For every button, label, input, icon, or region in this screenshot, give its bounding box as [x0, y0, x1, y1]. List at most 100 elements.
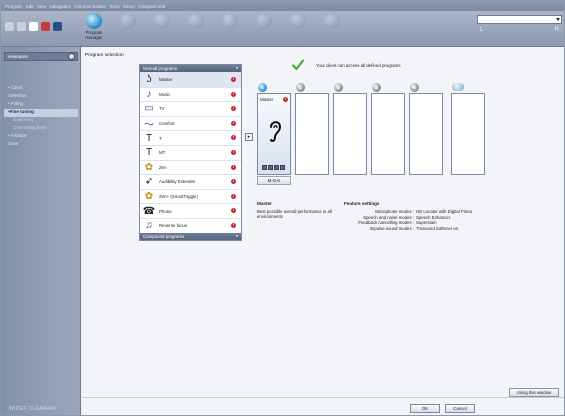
feature-settings-list: Microphone modes : HD Locator with Digita…	[344, 209, 472, 231]
feature-settings-title: Feature settings	[344, 201, 380, 206]
menu-item[interactable]: Communication	[74, 4, 106, 9]
program-name: MT	[159, 150, 166, 156]
info-icon[interactable]: i	[231, 222, 236, 228]
program-name: Audibility Extender	[159, 179, 196, 185]
sidebar-item[interactable]: • Fitting	[4, 101, 78, 109]
cancel-button[interactable]: Cancel	[445, 404, 475, 413]
info-icon[interactable]: i	[283, 97, 288, 102]
menu-item[interactable]: Tools	[109, 4, 120, 9]
program-slot[interactable]: Master i	[257, 93, 291, 175]
forward-icon[interactable]	[17, 22, 26, 31]
toolbar-button[interactable]	[317, 13, 347, 45]
sidebar-item[interactable]: Gain/Freq	[4, 117, 78, 125]
using-this-window-button[interactable]: Using this window	[509, 388, 559, 397]
toolbar-icon	[222, 13, 238, 29]
menu-item[interactable]: Navigation	[49, 4, 71, 9]
program-slot[interactable]	[333, 93, 367, 175]
program-row[interactable]: 〜 Comfort i	[140, 115, 241, 131]
program-row[interactable]: ʖ Master i	[140, 72, 241, 87]
volume-up-icon[interactable]	[274, 165, 279, 170]
program-row[interactable]: ✿ Zen+ (SmartToggle) i	[140, 188, 241, 204]
info-icon[interactable]: i	[231, 120, 236, 126]
reverse-focus-icon: ♫	[145, 220, 153, 232]
brand-footer: WIDEX CLEAR440	[9, 406, 56, 412]
program-row[interactable]: ☎ Phone i	[140, 203, 241, 218]
info-icon[interactable]: i	[231, 91, 236, 97]
sidebar-item[interactable]: • Client	[4, 85, 78, 93]
toolbar-button[interactable]	[215, 13, 245, 45]
program-row[interactable]: ♪ Music i	[140, 86, 241, 102]
feature-value: TruSound Softener on	[416, 225, 459, 231]
program-name: Comfort	[159, 121, 175, 127]
program-row[interactable]: ✿ Zen i	[140, 159, 241, 175]
mgain-button[interactable]: M-GAI	[257, 176, 291, 185]
info-icon[interactable]: i	[231, 208, 236, 214]
info-icon[interactable]: i	[231, 135, 236, 141]
menu-item[interactable]: Program	[5, 4, 23, 9]
info-icon[interactable]: i	[231, 149, 236, 155]
toolbar-button[interactable]	[249, 13, 279, 45]
program-manager-icon	[86, 13, 102, 29]
program-slot[interactable]	[371, 93, 405, 175]
info-icon[interactable]: i	[231, 193, 236, 199]
program-slot[interactable]	[451, 93, 485, 175]
hearing-aid-icon[interactable]	[53, 22, 62, 31]
client-select[interactable]	[477, 15, 562, 24]
connect-icon[interactable]	[41, 22, 50, 31]
toolbar-icon	[256, 13, 272, 29]
info-icon[interactable]: i	[231, 77, 236, 82]
menu-item[interactable]: Setup	[123, 4, 135, 9]
ok-button[interactable]: OK	[410, 404, 440, 413]
sidebar-item[interactable]: Selection	[4, 93, 78, 101]
mic-icon[interactable]	[268, 165, 273, 170]
zen-icon: ✿	[144, 161, 154, 173]
program-manager-button[interactable]: Program manager	[79, 13, 109, 45]
program-row[interactable]: TTi	[140, 130, 241, 145]
gear-icon[interactable]	[68, 53, 75, 60]
program-description-title: Master	[257, 201, 272, 206]
program-row[interactable]: ♫ Reverse focus i	[140, 217, 241, 233]
back-icon[interactable]	[5, 22, 14, 31]
volume-down-icon[interactable]	[262, 165, 267, 170]
add-program-button[interactable]: ▸	[245, 133, 253, 141]
toolbar-button[interactable]	[181, 13, 211, 45]
sidebar-item[interactable]: Save	[4, 141, 78, 149]
menu-item[interactable]: Edit	[26, 4, 34, 9]
info-icon[interactable]: i	[231, 164, 236, 170]
slot-number: 5	[410, 83, 419, 92]
bird-icon: ➶	[144, 176, 154, 188]
compound-programs-header[interactable]: Compound programs	[140, 232, 241, 240]
menu-item[interactable]: View	[37, 4, 47, 9]
zen-plus-icon: ✿	[144, 191, 154, 203]
ear-icon	[270, 121, 282, 142]
sidebar-item[interactable]: •Fine tuning	[4, 109, 78, 117]
menu-item[interactable]: Compare test	[138, 4, 166, 9]
program-name: TV	[159, 106, 165, 112]
toolbar-button[interactable]	[113, 13, 143, 45]
telecoil-icon: T	[145, 132, 153, 144]
slot-label: Master	[260, 97, 274, 102]
info-icon[interactable]: i	[231, 106, 236, 112]
toolbar-icon	[324, 13, 340, 29]
settings-icon[interactable]	[280, 165, 285, 170]
app-window: Program Edit View Navigation Communication To…	[0, 0, 565, 416]
sidebar-item[interactable]: • Finalize	[4, 133, 78, 141]
left-ear-indicator: L	[480, 27, 484, 33]
program-slot[interactable]	[409, 93, 443, 175]
tools-icon[interactable]	[29, 22, 38, 31]
program-slot[interactable]	[295, 93, 329, 175]
slot-number: 4	[372, 83, 381, 92]
program-row[interactable]: ➶ Audibility Extender i	[140, 174, 241, 189]
sidebar-item[interactable]: Counseling tools	[4, 125, 78, 133]
sidebar-header[interactable]: Hearware	[4, 52, 78, 61]
normal-programs-header[interactable]: Normal programs	[140, 65, 241, 72]
program-row[interactable]: T MT i	[140, 144, 241, 160]
chevron-down-icon	[236, 67, 238, 69]
program-row[interactable]: ▭ TV i	[140, 101, 241, 116]
program-name: Zen	[159, 164, 167, 170]
toolbar-button[interactable]	[147, 13, 177, 45]
info-icon[interactable]: i	[231, 179, 236, 185]
chevron-down-icon	[236, 234, 238, 237]
toolbar-button[interactable]	[283, 13, 313, 45]
sidebar: Hearware • Client Selection • Fitting •Fine…	[1, 47, 81, 415]
